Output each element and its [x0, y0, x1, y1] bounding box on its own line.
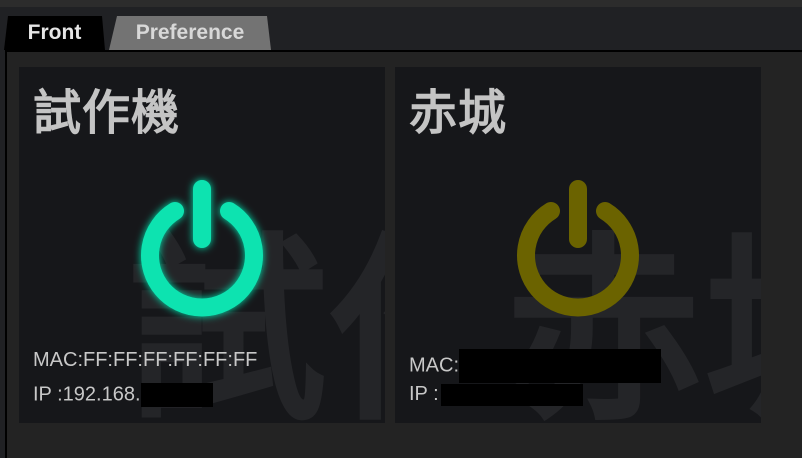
tab-bar: Front Preference	[0, 16, 802, 50]
mac-value: FF:FF:FF:FF:FF:FF	[83, 349, 258, 371]
mac-label: MAC:	[409, 354, 459, 377]
mac-label: MAC:	[33, 349, 83, 371]
ip-label: IP :	[33, 383, 63, 406]
power-button[interactable]	[137, 179, 267, 317]
device-card: 赤城 赤城 MAC: IP :	[395, 67, 761, 423]
tab-preference[interactable]: Preference	[109, 16, 271, 50]
ip-redaction	[440, 383, 583, 406]
mac-address: MAC:FF:FF:FF:FF:FF:FF	[33, 349, 257, 372]
ip-address: IP :	[409, 383, 583, 406]
window-top-bar	[0, 0, 802, 7]
power-icon	[141, 180, 263, 317]
mac-redaction	[459, 349, 661, 383]
device-name: 赤城	[409, 85, 508, 141]
device-name: 試作機	[33, 85, 181, 141]
ip-value: 192.168.	[62, 383, 141, 406]
power-icon	[517, 180, 639, 317]
ip-redaction	[140, 383, 213, 407]
device-card: 試作機 試作機 MAC:FF:FF:FF:FF:FF:FF IP :192.16…	[19, 67, 385, 423]
ip-address: IP :192.168.	[33, 383, 213, 407]
power-button[interactable]	[513, 179, 643, 317]
tab-front[interactable]: Front	[4, 16, 105, 50]
ip-label: IP :	[409, 383, 439, 405]
mac-address: MAC:	[409, 349, 661, 383]
